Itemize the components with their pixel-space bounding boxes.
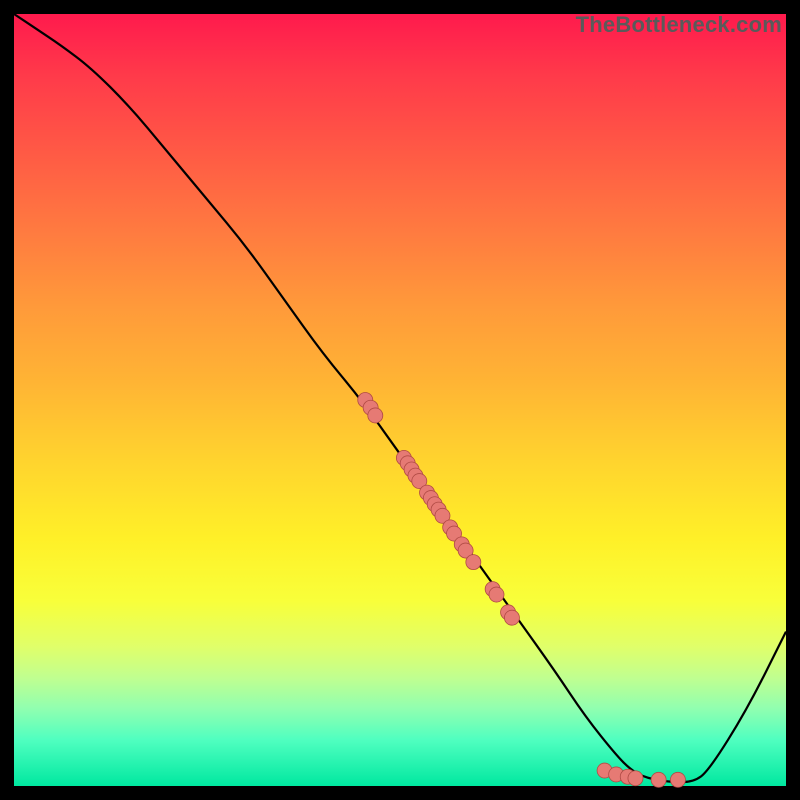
scatter-dot xyxy=(466,555,481,570)
scatter-dot xyxy=(651,772,666,787)
scatter-dot xyxy=(670,772,685,787)
chart-svg xyxy=(14,14,786,786)
scatter-dot xyxy=(504,610,519,625)
attribution-text: TheBottleneck.com xyxy=(576,12,782,38)
chart-frame: TheBottleneck.com xyxy=(14,14,786,786)
scatter-dot xyxy=(628,771,643,786)
scatter-dot xyxy=(489,587,504,602)
scatter-dot xyxy=(368,408,383,423)
curve-path xyxy=(14,14,786,782)
scatter-dots xyxy=(358,393,686,788)
